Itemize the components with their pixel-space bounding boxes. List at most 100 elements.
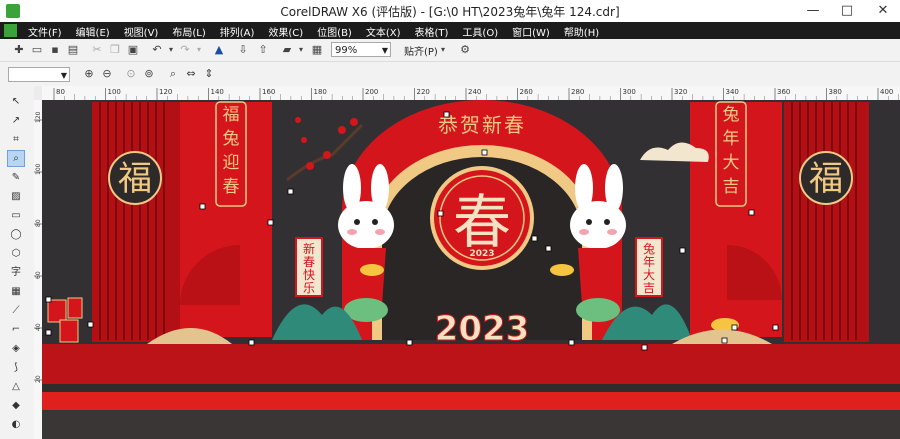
redo-dropdown-icon[interactable]: ▾ — [192, 43, 206, 57]
standard-toolbar: ✚ ▭ ▪ ▤ ✂ ❐ ▣ ↶ ▾ ↷ ▾ ▲ ⇩ ⇧ ▰ ▾ ▦ 99% ▼ … — [0, 39, 900, 62]
application-launcher-dropdown-icon[interactable]: ▾ — [294, 43, 308, 57]
ruler-origin[interactable] — [34, 86, 42, 100]
shape-tool-icon[interactable]: ↗ — [8, 113, 24, 128]
copy-icon[interactable]: ❐ — [108, 43, 122, 57]
ruler-label: 400 — [880, 88, 893, 96]
horizontal-ruler[interactable]: 80 100 120 140 160 180 200 220 240 260 280 300 320 34… — [42, 86, 900, 101]
menu-view[interactable]: 视图(V) — [124, 24, 159, 39]
menu-window[interactable]: 窗口(W) — [512, 24, 550, 39]
menu-text[interactable]: 文本(X) — [366, 24, 401, 39]
window-title: CorelDRAW X6 (评估版) - [G:\0 HT\2023兔年\兔年 … — [280, 5, 620, 19]
outline-tool-icon[interactable]: △ — [8, 379, 24, 394]
snap-to-button[interactable]: 贴齐(P) — [404, 43, 438, 58]
svg-text:兔年大吉: 兔年大吉 — [643, 241, 655, 295]
ruler-label: 80 — [35, 219, 42, 227]
property-bar: ▼ ⊕ ⊖ ⊙ ⊚ ⌕ ⇔ ⇕ — [0, 62, 900, 87]
zoom-in-icon[interactable]: ⊕ — [82, 67, 96, 81]
import-icon[interactable]: ⇩ — [236, 43, 250, 57]
close-button[interactable]: ✕ — [866, 0, 900, 22]
ruler-label: 120 — [159, 88, 172, 96]
ruler-label: 200 — [365, 88, 378, 96]
ruler-label: 280 — [571, 88, 584, 96]
menu-layout[interactable]: 布局(L) — [172, 24, 205, 39]
year-text: 2023 — [435, 309, 530, 349]
open-icon[interactable]: ▭ — [30, 43, 44, 57]
snap-dropdown-icon[interactable]: ▾ — [436, 43, 450, 57]
search-content-icon[interactable]: ▲ — [212, 43, 226, 57]
zoom-page-height-icon[interactable]: ⇕ — [202, 67, 216, 81]
ruler-label: 60 — [35, 271, 42, 279]
menu-bar: 文件(F) 编辑(E) 视图(V) 布局(L) 排列(A) 效果(C) 位图(B… — [0, 22, 900, 39]
undo-icon[interactable]: ↶ — [150, 43, 164, 57]
ruler-label: 340 — [726, 88, 739, 96]
fill-tool-icon[interactable]: ◆ — [8, 398, 24, 413]
gift-box — [59, 319, 79, 343]
pick-tool-icon[interactable]: ↖ — [8, 94, 24, 109]
undo-dropdown-icon[interactable]: ▾ — [164, 43, 178, 57]
drawing-canvas[interactable]: 福 福 福兔迎春 兔年大吉 恭贺新春 春 2023 新春快乐 兔年大吉 2023 — [42, 100, 900, 439]
menu-bitmaps[interactable]: 位图(B) — [317, 24, 352, 39]
zoom-to-all-icon[interactable]: ⊚ — [142, 67, 156, 81]
ruler-label: 360 — [777, 88, 790, 96]
zoom-page-width-icon[interactable]: ⇔ — [184, 67, 198, 81]
print-icon[interactable]: ▤ — [66, 43, 80, 57]
polygon-tool-icon[interactable]: ⬡ — [8, 246, 24, 261]
menu-tools[interactable]: 工具(O) — [462, 24, 498, 39]
minimize-button[interactable]: — — [796, 0, 830, 22]
right-gold-ingot — [550, 264, 574, 276]
ruler-label: 100 — [108, 88, 121, 96]
stage-top — [42, 344, 900, 384]
ruler-label: 180 — [314, 88, 327, 96]
artwork[interactable]: 福 福 福兔迎春 兔年大吉 恭贺新春 春 2023 新春快乐 兔年大吉 2023 — [42, 100, 900, 439]
vertical-ruler-ticks: 120 100 80 60 40 20 — [34, 111, 42, 383]
menu-help[interactable]: 帮助(H) — [564, 24, 599, 39]
zoom-to-selected-icon[interactable]: ⊙ — [124, 67, 138, 81]
save-icon[interactable]: ▪ — [48, 43, 62, 57]
menu-edit[interactable]: 编辑(E) — [76, 24, 110, 39]
blend-tool-icon[interactable]: ◈ — [8, 341, 24, 356]
eyedropper-tool-icon[interactable]: ⟆ — [8, 360, 24, 375]
menu-effects[interactable]: 效果(C) — [268, 24, 303, 39]
ruler-label: 260 — [520, 88, 533, 96]
menu-table[interactable]: 表格(T) — [415, 24, 449, 39]
menu-file[interactable]: 文件(F) — [28, 24, 62, 39]
redo-icon[interactable]: ↷ — [178, 43, 192, 57]
object-size-select[interactable]: ▼ — [8, 67, 70, 82]
zoom-out-icon[interactable]: ⊖ — [100, 67, 114, 81]
export-icon[interactable]: ⇧ — [256, 43, 270, 57]
ellipse-tool-icon[interactable]: ◯ — [8, 227, 24, 242]
svg-text:新春快乐: 新春快乐 — [303, 241, 315, 295]
ruler-label: 20 — [35, 375, 42, 383]
menu-arrange[interactable]: 排列(A) — [220, 24, 255, 39]
zoom-to-page-icon[interactable]: ⌕ — [166, 67, 180, 81]
center-small-year: 2023 — [469, 249, 494, 259]
paste-icon[interactable]: ▣ — [126, 43, 140, 57]
document-icon — [4, 24, 17, 37]
smart-fill-tool-icon[interactable]: ▨ — [8, 189, 24, 204]
stage-front — [42, 392, 900, 410]
ruler-label: 120 — [35, 111, 42, 123]
zoom-tool-icon[interactable]: ⌕ — [7, 150, 25, 167]
crop-tool-icon[interactable]: ⌗ — [8, 132, 24, 147]
options-icon[interactable]: ⚙ — [458, 43, 472, 57]
new-document-icon[interactable]: ✚ — [12, 43, 26, 57]
ruler-label: 80 — [56, 88, 65, 96]
table-tool-icon[interactable]: ▦ — [8, 284, 24, 299]
stage-gap — [42, 384, 900, 392]
connector-tool-icon[interactable]: ⌐ — [8, 322, 24, 337]
maximize-button[interactable]: □ — [830, 0, 864, 22]
welcome-screen-icon[interactable]: ▦ — [310, 43, 324, 57]
right-scroll: 兔年大吉 — [635, 237, 663, 297]
publish-pdf-icon[interactable]: ▰ — [280, 43, 294, 57]
interactive-fill-tool-icon[interactable]: ◐ — [8, 417, 24, 432]
dimension-tool-icon[interactable]: ⟋ — [8, 303, 24, 318]
chevron-down-icon: ▼ — [60, 71, 67, 80]
text-tool-icon[interactable]: 字 — [8, 265, 24, 280]
cut-icon[interactable]: ✂ — [90, 43, 104, 57]
freehand-tool-icon[interactable]: ✎ — [8, 170, 24, 185]
zoom-level-select[interactable]: 99% ▼ — [331, 42, 391, 57]
rectangle-tool-icon[interactable]: ▭ — [8, 208, 24, 223]
ruler-label: 300 — [623, 88, 636, 96]
ruler-label: 160 — [262, 88, 275, 96]
left-fu-text: 福 — [118, 159, 152, 199]
